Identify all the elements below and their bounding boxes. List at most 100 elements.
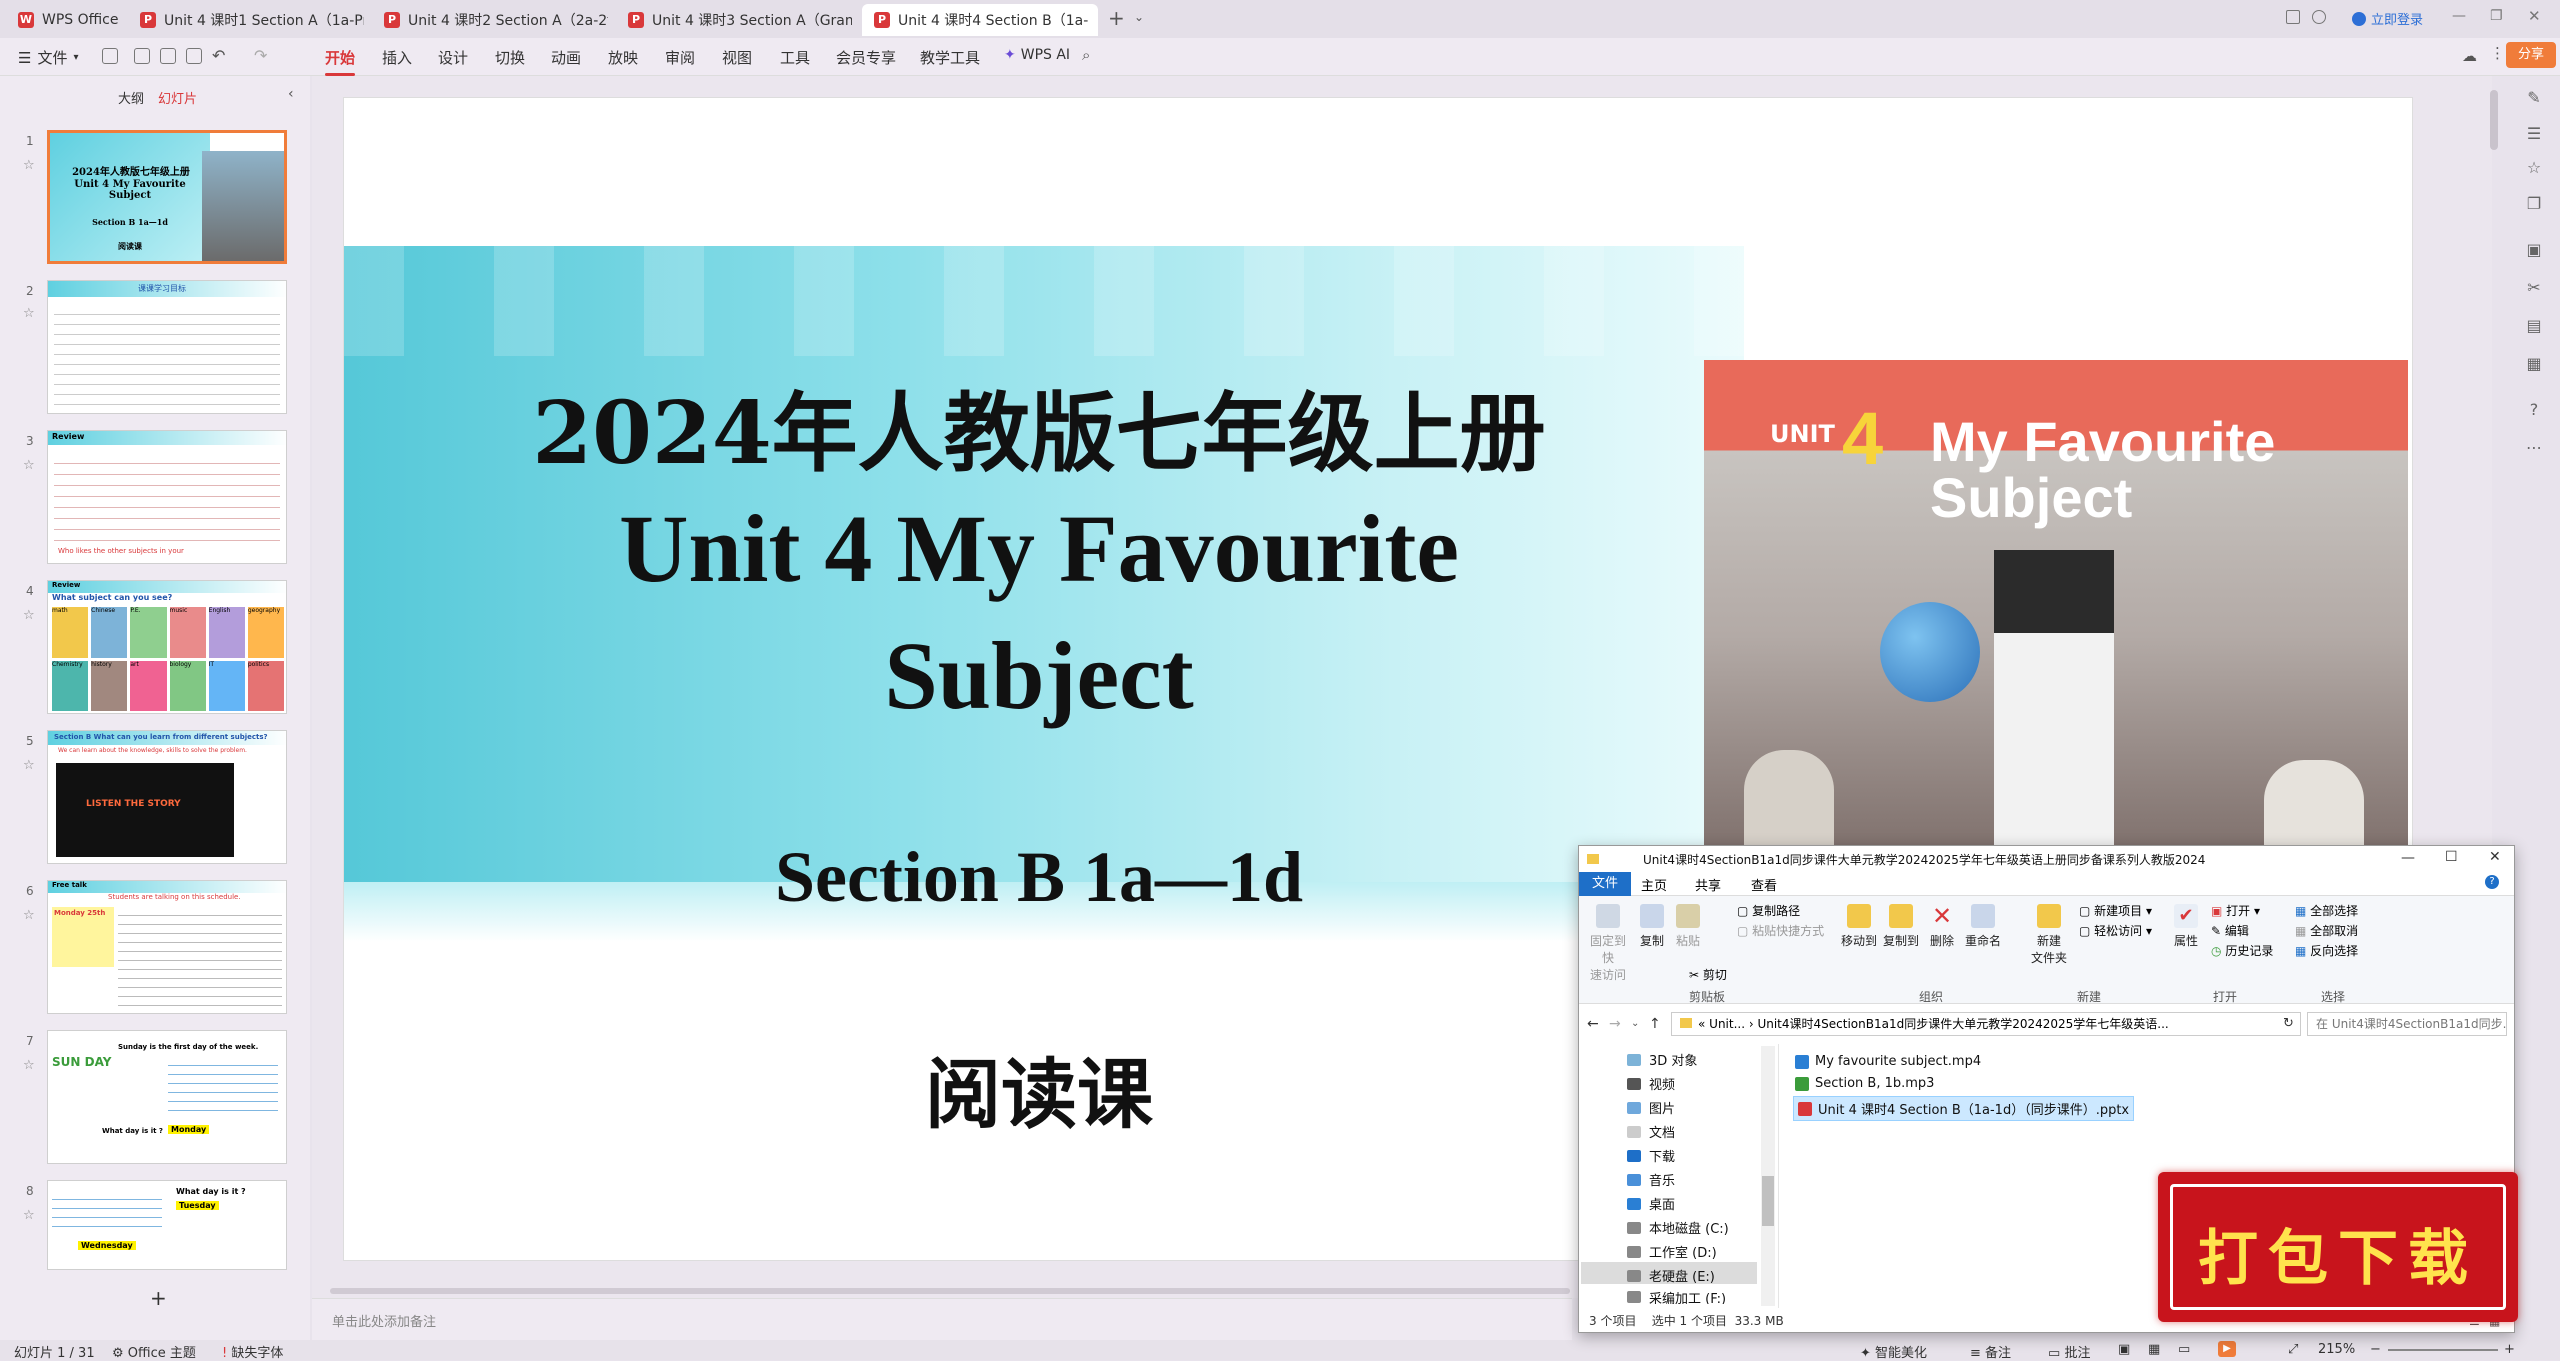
history-button[interactable]: ◷ 历史记录 bbox=[2211, 942, 2273, 959]
properties-button[interactable]: ✔ 属性 bbox=[2169, 904, 2203, 949]
menu-transition[interactable]: 切换 bbox=[495, 47, 525, 68]
login-button[interactable]: 立即登录 bbox=[2352, 9, 2423, 28]
move-to-button[interactable]: 移动到 bbox=[1839, 904, 1879, 949]
favorite-icon[interactable]: ☆ bbox=[2524, 158, 2544, 178]
slide-thumb-7[interactable]: Sunday is the first day of the week. SUN… bbox=[47, 1030, 287, 1164]
tools-icon[interactable]: ✂ bbox=[2524, 278, 2544, 298]
print-icon[interactable] bbox=[160, 48, 176, 64]
save-icon[interactable] bbox=[134, 48, 150, 64]
close-icon[interactable]: ✕ bbox=[1096, 12, 1098, 28]
tree-item-pictures[interactable]: 图片 bbox=[1627, 1098, 1675, 1117]
new-folder-button[interactable]: 新建 文件夹 bbox=[2027, 904, 2071, 966]
chevron-down-icon[interactable]: ⌄ bbox=[1631, 1018, 1639, 1029]
wps-ai-button[interactable]: ✦ WPS AI bbox=[1004, 47, 1070, 63]
copy-icon[interactable]: ❐ bbox=[2524, 194, 2544, 214]
tree-item-3d-objects[interactable]: 3D 对象 bbox=[1627, 1050, 1697, 1069]
grid-view-icon[interactable]: ▦ bbox=[2148, 1342, 2160, 1357]
paste-shortcut-button[interactable]: ▢ 粘贴快捷方式 bbox=[1737, 922, 1824, 939]
slide-thumb-4[interactable]: Review What subject can you see? math Ch… bbox=[47, 580, 287, 714]
star-icon[interactable]: ☆ bbox=[23, 908, 35, 923]
copy-path-button[interactable]: ▢ 复制路径 bbox=[1737, 902, 1800, 919]
copy-button[interactable]: 复制 bbox=[1635, 904, 1669, 949]
new-doc-icon[interactable] bbox=[102, 48, 118, 64]
window-layout-icon[interactable] bbox=[2286, 10, 2300, 24]
rename-button[interactable]: 重命名 bbox=[1963, 904, 2003, 949]
tree-item-desktop[interactable]: 桌面 bbox=[1627, 1194, 1675, 1213]
minimize-button[interactable]: — bbox=[2401, 850, 2415, 866]
zoom-in-icon[interactable]: + bbox=[2504, 1342, 2515, 1357]
up-icon[interactable]: ↑ bbox=[1649, 1016, 1661, 1032]
scrollbar-thumb[interactable] bbox=[1762, 1176, 1774, 1226]
slide-thumb-5[interactable]: Section B What can you learn from differ… bbox=[47, 730, 287, 864]
pin-quick-access-button[interactable]: 固定到快 速访问 bbox=[1585, 904, 1631, 983]
pen-icon[interactable]: ✎ bbox=[2524, 88, 2544, 108]
collapse-panel-icon[interactable]: ‹ bbox=[288, 86, 294, 102]
zoom-out-icon[interactable]: − bbox=[2370, 1342, 2381, 1357]
tree-item-downloads[interactable]: 下载 bbox=[1627, 1146, 1675, 1165]
slide-thumb-3[interactable]: Review Who likes the other subjects in y… bbox=[47, 430, 287, 564]
vertical-scrollbar[interactable] bbox=[2490, 90, 2498, 150]
search-icon[interactable]: ⌕ bbox=[1082, 46, 1090, 64]
menu-member[interactable]: 会员专享 bbox=[836, 47, 896, 68]
tree-item-videos[interactable]: 视频 bbox=[1627, 1074, 1675, 1093]
add-slide-button[interactable]: + bbox=[150, 1286, 167, 1310]
star-icon[interactable]: ☆ bbox=[23, 1058, 35, 1073]
paste-button[interactable]: 粘贴 bbox=[1671, 904, 1705, 949]
chevron-down-icon[interactable]: ⌄ bbox=[1134, 10, 1144, 24]
tab-doc-4[interactable]: PUnit 4 课时4 Section B（1a- ✕ bbox=[862, 4, 1098, 36]
star-icon[interactable]: ☆ bbox=[23, 758, 35, 773]
more-icon[interactable]: ⋯ bbox=[2524, 438, 2544, 458]
more-icon[interactable]: ⋮ bbox=[2490, 44, 2505, 62]
restore-button[interactable]: ❐ bbox=[2490, 8, 2503, 24]
star-icon[interactable]: ☆ bbox=[23, 608, 35, 623]
menu-view[interactable]: 视图 bbox=[722, 47, 752, 68]
notes-area[interactable]: 单击此处添加备注 bbox=[312, 1298, 1572, 1340]
slide-thumb-2[interactable]: 课课学习目标 bbox=[47, 280, 287, 414]
menu-tools[interactable]: 工具 bbox=[780, 47, 810, 68]
cut-button[interactable]: ✂ 剪切 bbox=[1689, 966, 1727, 983]
file-menu[interactable]: ☰ 文件 ▾ bbox=[18, 47, 79, 68]
star-icon[interactable]: ☆ bbox=[23, 158, 35, 173]
select-none-button[interactable]: ▦ 全部取消 bbox=[2295, 922, 2358, 939]
edit-button[interactable]: ✎ 编辑 bbox=[2211, 922, 2249, 939]
fit-icon[interactable]: ⤢ bbox=[2288, 1342, 2298, 1357]
slides-tab[interactable]: 幻灯片 bbox=[158, 88, 197, 107]
star-icon[interactable]: ☆ bbox=[23, 458, 35, 473]
search-input[interactable]: 在 Unit4课时4SectionB1a1d同步... bbox=[2307, 1012, 2507, 1036]
refresh-icon[interactable]: ↻ bbox=[2283, 1016, 2294, 1031]
menu-review[interactable]: 审阅 bbox=[665, 47, 695, 68]
close-window-button[interactable]: ✕ bbox=[2528, 7, 2541, 25]
theme-label[interactable]: ⚙ Office 主题 bbox=[112, 1342, 196, 1361]
tree-item-music[interactable]: 音乐 bbox=[1627, 1170, 1675, 1189]
slideshow-play-icon[interactable]: ▶ bbox=[2218, 1341, 2236, 1357]
menu-slideshow[interactable]: 放映 bbox=[608, 47, 638, 68]
notes-button[interactable]: ≡ 备注 bbox=[1970, 1342, 2011, 1361]
close-button[interactable]: ✕ bbox=[2489, 849, 2501, 865]
tree-item-drive-f[interactable]: 采编加工 (F:) bbox=[1627, 1290, 1726, 1304]
redo-icon[interactable]: ↷ bbox=[254, 46, 267, 65]
ribbon-tab-view[interactable]: 查看 bbox=[1751, 875, 1777, 894]
menu-animation[interactable]: 动画 bbox=[551, 47, 581, 68]
cloud-icon[interactable]: ☁ bbox=[2462, 47, 2477, 65]
tree-item-drive-c[interactable]: 本地磁盘 (C:) bbox=[1627, 1218, 1729, 1237]
file-item[interactable]: Section B, 1b.mp3 bbox=[1795, 1076, 1934, 1091]
menu-home[interactable]: 开始 bbox=[325, 47, 356, 76]
back-icon[interactable]: ← bbox=[1587, 1016, 1599, 1032]
image-icon[interactable]: ▣ bbox=[2524, 240, 2544, 260]
tab-doc-1[interactable]: PUnit 4 课时1 Section A（1a-Pronun bbox=[128, 4, 364, 36]
ribbon-tab-share[interactable]: 共享 bbox=[1695, 875, 1721, 894]
outline-tab[interactable]: 大纲 bbox=[118, 88, 144, 107]
tab-doc-3[interactable]: PUnit 4 课时3 Section A（Grammar bbox=[616, 4, 852, 36]
print-preview-icon[interactable] bbox=[186, 48, 202, 64]
normal-view-icon[interactable]: ▣ bbox=[2118, 1342, 2130, 1357]
undo-icon[interactable]: ↶ bbox=[212, 46, 225, 65]
reading-view-icon[interactable]: ▭ bbox=[2178, 1342, 2190, 1357]
beautify-button[interactable]: ✦ 智能美化 bbox=[1860, 1342, 1927, 1361]
new-item-button[interactable]: ▢ 新建项目 ▾ bbox=[2079, 902, 2152, 919]
slide-thumb-8[interactable]: What day is it ? Tuesday Wednesday bbox=[47, 1180, 287, 1270]
invert-selection-button[interactable]: ▦ 反向选择 bbox=[2295, 942, 2358, 959]
tree-item-drive-d[interactable]: 工作室 (D:) bbox=[1627, 1242, 1717, 1261]
missing-font-label[interactable]: ! 缺失字体 bbox=[222, 1342, 283, 1361]
book-icon[interactable]: ▤ bbox=[2524, 316, 2544, 336]
tree-item-drive-e[interactable]: 老硬盘 (E:) bbox=[1627, 1266, 1715, 1285]
